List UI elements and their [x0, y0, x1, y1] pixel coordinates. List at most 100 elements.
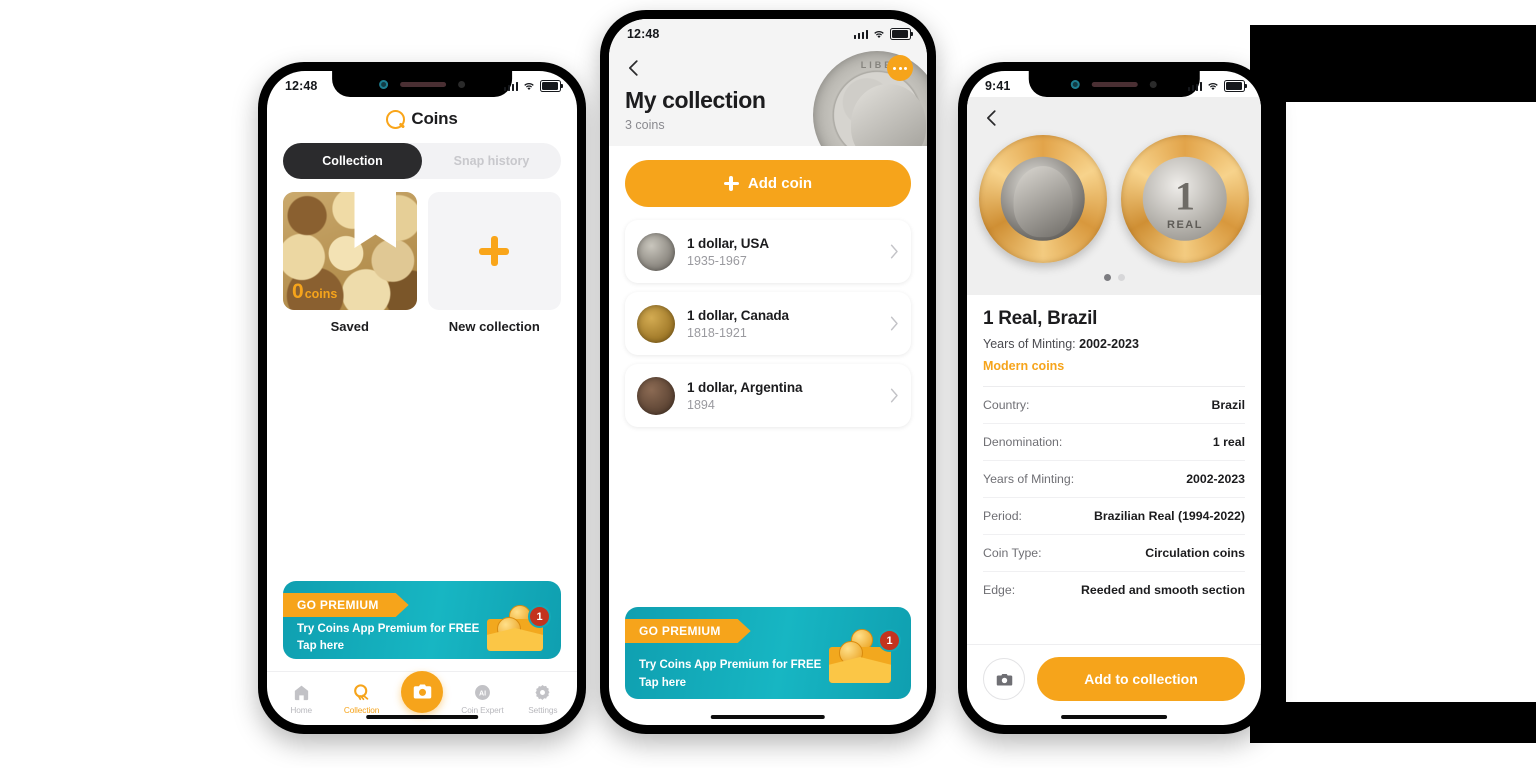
notification-badge: 1 — [528, 605, 551, 628]
spec-key: Coin Type: — [983, 546, 1042, 560]
spec-value: Circulation coins — [1145, 546, 1245, 560]
table-row: Edge: Reeded and smooth section — [983, 572, 1245, 608]
spec-value: Reeded and smooth section — [1081, 583, 1245, 597]
signal-icon — [1187, 81, 1202, 91]
detail-action-bar: Add to collection — [967, 644, 1261, 725]
chevron-left-icon — [987, 110, 996, 126]
coin-thumbnail — [637, 304, 675, 343]
back-button[interactable] — [623, 57, 645, 79]
premium-line-1: Try Coins App Premium for FREE — [297, 623, 480, 635]
status-indicators — [1187, 80, 1247, 92]
list-item[interactable]: 1 dollar, Argentina 1894 — [625, 364, 911, 427]
collection-card-new[interactable] — [427, 192, 561, 310]
tab-collection[interactable]: Collection — [283, 143, 422, 179]
nav-item-home[interactable]: Home — [271, 683, 331, 715]
collection-card-saved[interactable]: 0 coins — [283, 192, 417, 310]
nav-item-settings[interactable]: Settings — [513, 683, 573, 715]
nav-label-home: Home — [290, 704, 313, 715]
coin-denomination-numeral: 1 — [1175, 173, 1195, 219]
nav-item-collection[interactable]: Collection — [331, 683, 391, 715]
premium-line-2: Tap here — [297, 640, 345, 652]
ai-icon: AI — [474, 684, 490, 700]
phone-mockup-my-collection: 12:48 LIBE IN GOD WE TRUST — [600, 10, 936, 734]
more-options-button[interactable] — [887, 55, 913, 81]
coin-reverse-image[interactable]: 1 REAL — [1121, 135, 1249, 263]
premium-line-2: Tap here — [639, 677, 687, 689]
status-time: 12:48 — [285, 79, 318, 93]
spec-key: Period: — [983, 509, 1022, 523]
label-saved: Saved — [330, 319, 369, 334]
signal-icon — [503, 81, 518, 91]
wifi-icon — [1207, 82, 1219, 91]
home-indicator — [366, 715, 478, 719]
premium-banner[interactable]: GO PREMIUM Try Coins App Premium for FRE… — [625, 607, 911, 699]
page-title: My collection — [625, 87, 766, 113]
add-to-collection-button[interactable]: Add to collection — [1037, 657, 1245, 701]
page-dot-active[interactable] — [1103, 274, 1111, 281]
chevron-left-icon — [629, 60, 638, 76]
coin-images[interactable]: 1 REAL — [967, 135, 1261, 263]
status-indicators — [503, 80, 563, 92]
envelope-icon: 1 — [487, 605, 551, 651]
phone2-status-bar: 12:48 — [609, 19, 927, 45]
battery-icon — [540, 80, 563, 92]
notification-badge: 1 — [878, 629, 901, 652]
camera-icon — [996, 673, 1012, 686]
coin-name: 1 dollar, USA — [687, 235, 769, 251]
segmented-control[interactable]: Collection Snap history — [283, 143, 561, 179]
phone-mockup-collection: 12:48 Coins Collection Snap history 0 co… — [258, 62, 586, 734]
table-row: Years of Minting: 2002-2023 — [983, 461, 1245, 498]
home-indicator — [710, 715, 826, 719]
nav-label-settings: Settings — [528, 704, 558, 715]
chevron-right-icon — [890, 316, 898, 331]
coin-years-line: Years of Minting: 2002-2023 — [983, 337, 1245, 351]
spec-value: 2002-2023 — [1186, 472, 1245, 486]
add-coin-button[interactable]: Add coin — [625, 160, 911, 207]
spec-key: Denomination: — [983, 435, 1063, 449]
camera-icon — [413, 684, 431, 699]
saved-count: 0 coins — [292, 281, 337, 302]
gear-icon — [535, 684, 550, 700]
collection-cards: 0 coins — [283, 192, 561, 310]
nav-label-coin-expert: Coin Expert — [461, 704, 504, 715]
phone2-screen: 12:48 LIBE IN GOD WE TRUST — [609, 19, 927, 725]
nav-item-coin-expert[interactable]: AI Coin Expert — [452, 683, 512, 715]
spec-value: Brazilian Real (1994-2022) — [1093, 509, 1245, 523]
table-row: Country: Brazil — [983, 387, 1245, 424]
list-item[interactable]: 1 dollar, Canada 1818-1921 — [625, 292, 911, 355]
coin-years: 1818-1921 — [687, 325, 747, 340]
collection-card-labels: Saved New collection — [283, 319, 561, 334]
saved-thumbnail[interactable]: 0 coins — [283, 192, 417, 310]
page-subtitle: 3 coins — [625, 118, 665, 132]
camera-fab-button[interactable] — [401, 670, 444, 713]
camera-button[interactable] — [983, 658, 1025, 700]
page-dot[interactable] — [1117, 274, 1125, 281]
phone1-spacer — [267, 334, 577, 581]
phone3-screen: 9:41 1 REAL 1 Real, Brazil Years of Mint… — [967, 71, 1261, 725]
coin-obverse-image[interactable] — [979, 135, 1107, 263]
table-row: Coin Type: Circulation coins — [983, 535, 1245, 572]
app-title: Coins — [411, 109, 458, 128]
collection-header: LIBE IN GOD WE TRUST My collection 3 coi… — [609, 45, 927, 146]
status-indicators — [853, 28, 913, 40]
app-header: Coins — [267, 109, 577, 129]
chevron-right-icon — [890, 244, 898, 259]
right-background-panel — [1250, 25, 1536, 743]
gallery-page-indicator[interactable] — [967, 274, 1261, 281]
list-item[interactable]: 1 dollar, USA 1935-1967 — [625, 220, 911, 283]
status-time: 12:48 — [627, 27, 660, 41]
plus-icon — [479, 236, 510, 266]
table-row: Denomination: 1 real — [983, 424, 1245, 461]
new-collection-tile[interactable] — [427, 192, 561, 310]
nav-label-collection: Collection — [343, 704, 380, 715]
premium-banner[interactable]: GO PREMIUM Try Coins App Premium for FRE… — [283, 581, 561, 659]
back-button[interactable] — [981, 107, 1003, 129]
tab-snap-history[interactable]: Snap history — [422, 143, 561, 179]
home-icon — [294, 685, 308, 700]
phone2-body: LIBE IN GOD WE TRUST My collection 3 coi… — [609, 45, 927, 725]
coin-details: 1 Real, Brazil Years of Minting: 2002-20… — [967, 295, 1261, 608]
coin-title: 1 Real, Brazil — [983, 308, 1098, 329]
nav-item-camera[interactable] — [392, 670, 452, 713]
coin-category-link[interactable]: Modern coins — [983, 359, 1245, 373]
svg-text:AI: AI — [479, 689, 486, 697]
